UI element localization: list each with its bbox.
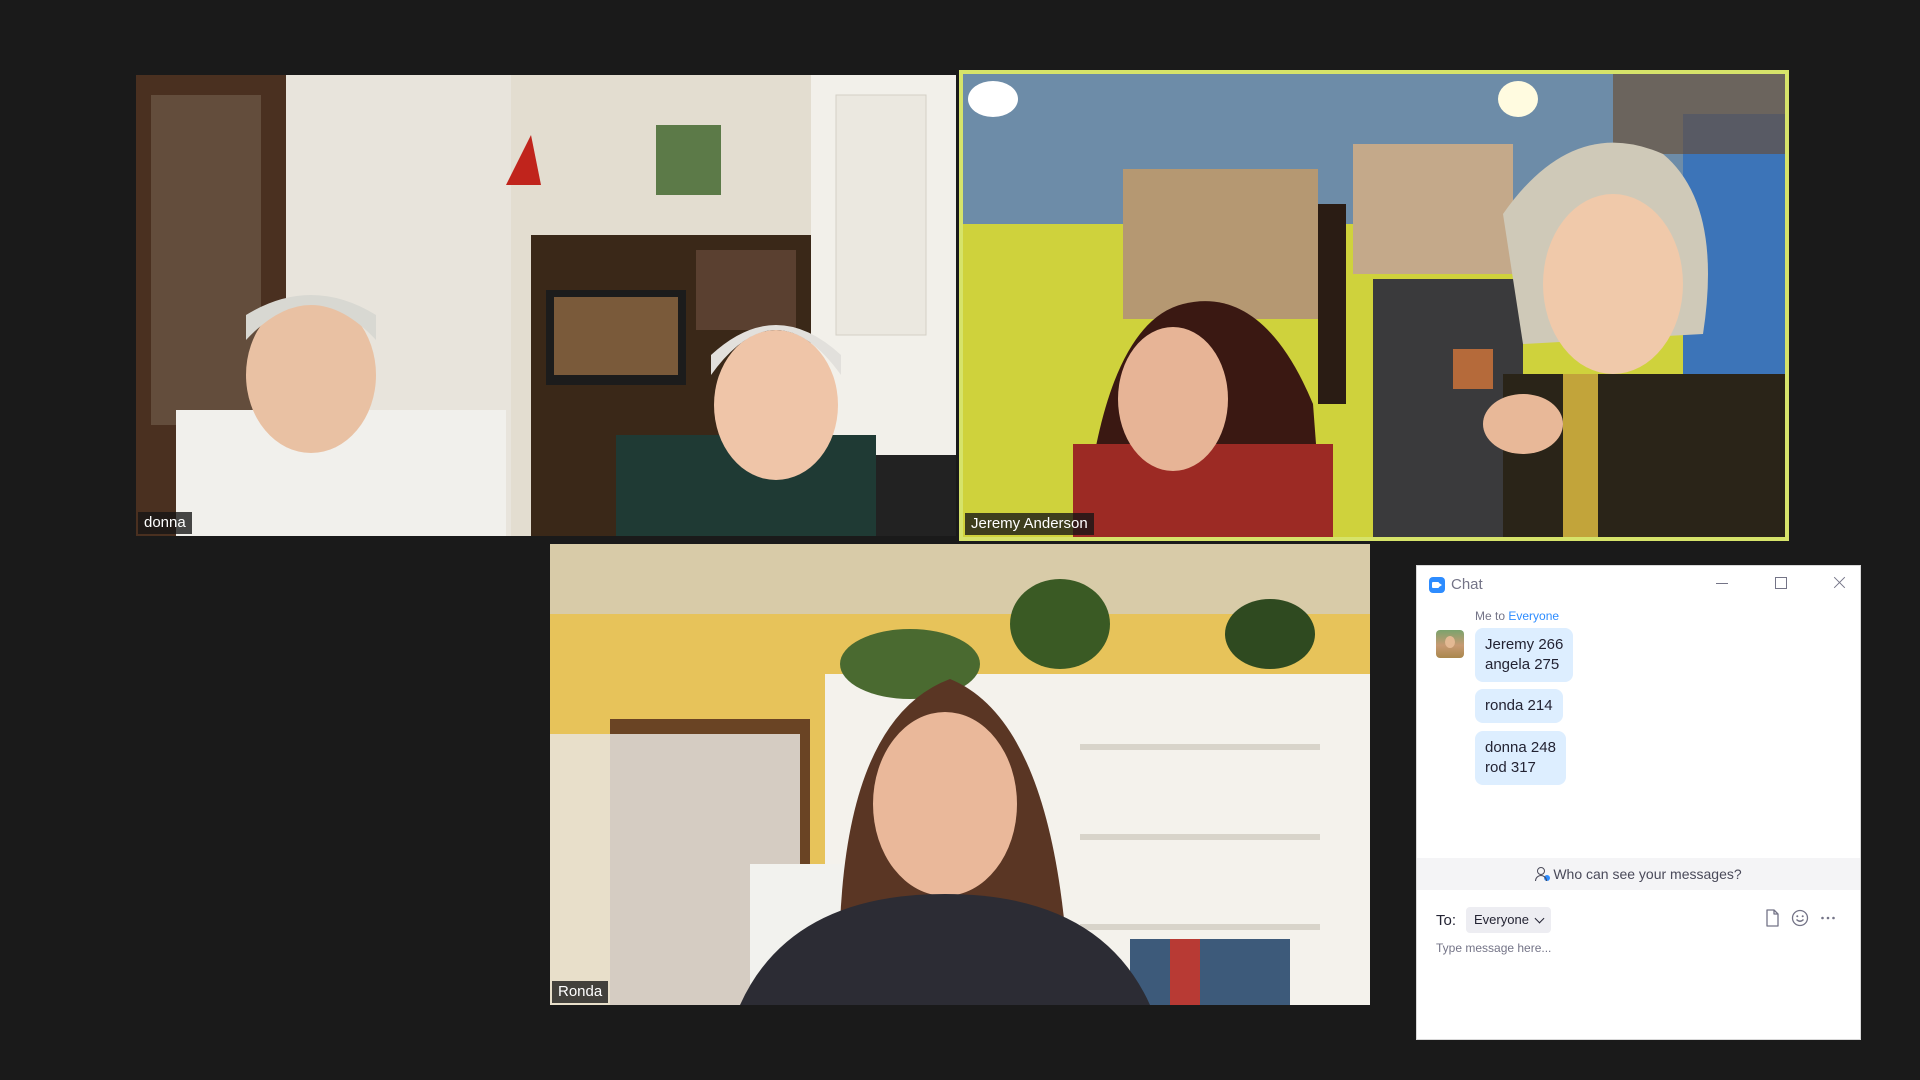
video-tile-jeremy-anderson[interactable]: Jeremy Anderson [959, 70, 1789, 541]
chat-message-line: Jeremy 266 [1485, 636, 1564, 653]
message-header-prefix: Me to [1475, 609, 1506, 623]
video-feed-jeremy-anderson [963, 74, 1785, 537]
zoom-logo-icon [1429, 577, 1445, 593]
message-header-target[interactable]: Everyone [1508, 609, 1559, 623]
avatar [1436, 630, 1464, 658]
minimize-icon[interactable] [1707, 570, 1737, 596]
chat-message-line: rod 317 [1485, 759, 1536, 776]
chat-message: donna 248 rod 317 [1475, 731, 1566, 785]
chat-panel: Chat Me to Everyone Jeremy 266 angela 27… [1416, 565, 1861, 1040]
message-input[interactable] [1434, 939, 1848, 1033]
participant-name-label: donna [138, 512, 192, 534]
file-icon[interactable] [1762, 908, 1782, 928]
chat-title: Chat [1451, 576, 1483, 593]
recipient-dropdown[interactable]: Everyone [1466, 907, 1551, 933]
meeting-gallery-view: donna Jeremy Anderson Ronda Chat Me to E… [0, 0, 1920, 1080]
video-tile-ronda[interactable]: Ronda [550, 544, 1370, 1005]
participant-name-label: Jeremy Anderson [965, 513, 1094, 535]
chevron-down-icon [1534, 913, 1545, 924]
chat-titlebar: Chat [1417, 566, 1860, 602]
chat-message: Jeremy 266 angela 275 [1475, 628, 1574, 682]
message-privacy-link[interactable]: Who can see your messages? [1417, 858, 1860, 890]
participant-name-label: Ronda [552, 981, 609, 1003]
close-icon[interactable] [1824, 570, 1854, 596]
message-privacy-text: Who can see your messages? [1553, 866, 1742, 882]
emoji-icon[interactable] [1790, 908, 1810, 928]
chat-message-line: ronda 214 [1485, 697, 1553, 714]
video-feed-donna [136, 75, 956, 536]
recipient-label: To: [1436, 912, 1457, 929]
more-icon[interactable] [1818, 908, 1838, 928]
video-tile-donna[interactable]: donna [136, 75, 956, 536]
chat-message-line: angela 275 [1485, 656, 1560, 673]
chat-message: ronda 214 [1475, 689, 1563, 723]
recipient-dropdown-value: Everyone [1474, 912, 1529, 927]
video-feed-ronda [550, 544, 1370, 1005]
maximize-icon[interactable] [1766, 570, 1796, 596]
message-sender-header: Me to Everyone [1475, 609, 1559, 623]
person-info-icon [1535, 867, 1551, 881]
chat-message-line: donna 248 [1485, 739, 1556, 756]
